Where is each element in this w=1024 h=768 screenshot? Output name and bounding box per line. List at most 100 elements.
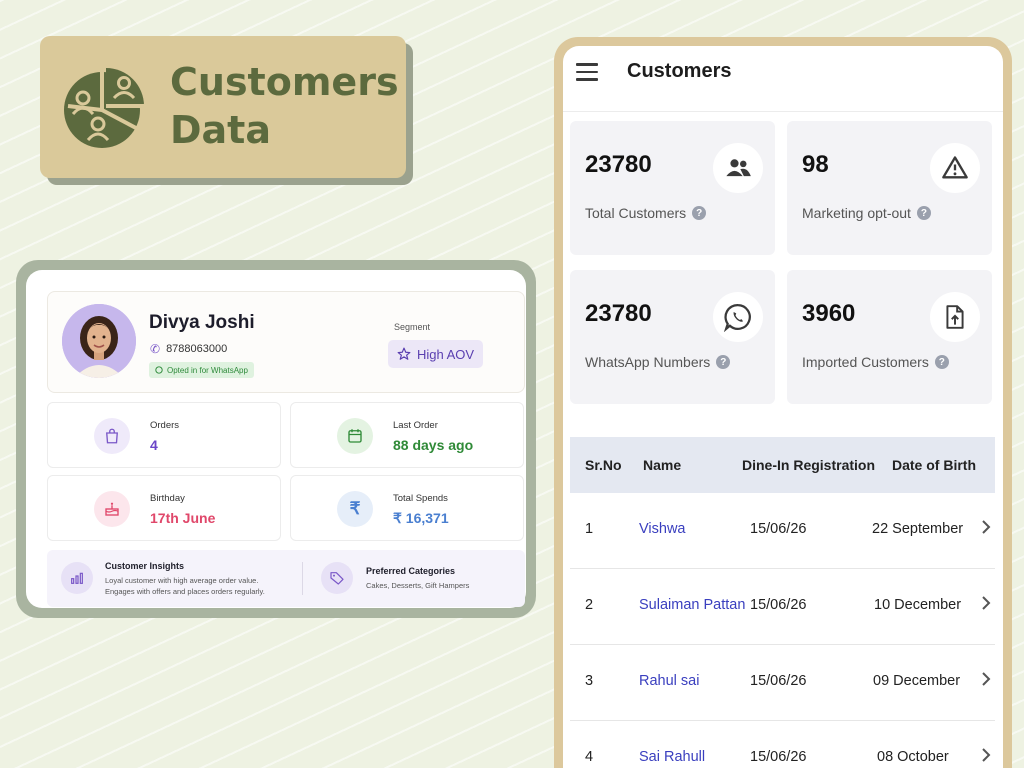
row-name[interactable]: Rahul sai [639,673,699,689]
metric-label: Marketing opt-out ? [802,205,931,221]
row-name[interactable]: Sulaiman Pattan [639,597,745,613]
birthday-value: 17th June [150,510,216,526]
metric-value: 23780 [585,151,652,178]
customers-app-frame: Customers 23780 Total Customers ? 98 Mar… [554,37,1012,768]
chevron-right-icon[interactable] [979,517,993,537]
table-row[interactable]: 3 Rahul sai 15/06/26 09 December [570,645,995,721]
rupee-icon: ₹ [337,491,373,527]
table-row[interactable]: 2 Sulaiman Pattan 15/06/26 10 December [570,569,995,645]
col-dinein-registration: Dine-In Registration [742,457,876,473]
whatsapp-optin-label: Opted in for WhatsApp [167,365,248,375]
metric-label: Total Customers ? [585,205,707,221]
metric-label: WhatsApp Numbers ? [585,354,731,370]
preferred-value: Cakes, Desserts, Gift Hampers [366,581,470,590]
row-srno: 1 [585,521,594,537]
badge-title-line2: Data [170,108,271,152]
row-srno: 3 [585,673,594,689]
row-srno: 2 [585,597,594,613]
avatar-illustration [62,304,136,378]
file-upload-icon [930,292,980,342]
row-registration: 15/06/26 [750,749,807,765]
row-dob: 09 December [873,673,961,689]
metric-label: Imported Customers ? [802,354,949,370]
insights-divider [302,562,303,595]
help-icon[interactable]: ? [916,206,931,220]
last-order-stat: Last Order 88 days ago [290,402,524,468]
help-icon[interactable]: ? [934,355,949,369]
customers-pie-icon [64,68,144,148]
hamburger-menu-icon[interactable] [576,63,598,81]
whatsapp-icon [713,292,763,342]
warning-icon [930,143,980,193]
star-icon [397,347,411,360]
customer-phone: ✆ 8788063000 [150,342,227,356]
orders-stat: Orders 4 [47,402,281,468]
cake-icon [94,491,130,527]
chevron-right-icon[interactable] [979,669,993,689]
row-registration: 15/06/26 [750,521,807,537]
app-bar: Customers [563,46,1003,112]
profile-header: Divya Joshi ✆ 8788063000 Opted in for Wh… [47,291,525,393]
row-srno: 4 [585,749,594,765]
row-registration: 15/06/26 [750,673,807,689]
calendar-icon [337,418,373,454]
chevron-right-icon[interactable] [979,593,993,613]
shopping-bag-icon [94,418,130,454]
chevron-right-icon[interactable] [979,745,993,765]
col-srno: Sr.No [585,457,622,473]
insights-panel: Customer Insights Loyal customer with hi… [47,550,525,607]
orders-value: 4 [150,437,158,453]
customers-app-screen: Customers 23780 Total Customers ? 98 Mar… [563,46,1003,768]
badge-title-line1: Customers [170,60,399,104]
segment-badge: High AOV [388,340,484,368]
col-name: Name [643,457,682,473]
segment-value: High AOV [417,346,475,362]
tag-icon [321,562,353,594]
metric-label-text: Total Customers [585,205,687,221]
metric-label-text: WhatsApp Numbers [585,354,711,370]
help-icon[interactable]: ? [716,355,731,369]
birthday-label: Birthday [150,493,185,504]
row-registration: 15/06/26 [750,597,807,613]
row-name[interactable]: Vishwa [639,521,685,537]
metric-value: 98 [802,151,829,178]
customer-phone-number: 8788063000 [166,343,228,355]
customer-profile-card: Divya Joshi ✆ 8788063000 Opted in for Wh… [26,270,526,608]
row-dob: 10 December [874,597,962,613]
total-spends-label: Total Spends [393,493,448,504]
metric-value: 3960 [802,300,856,327]
metric-total-customers[interactable]: 23780 Total Customers ? [570,121,775,255]
phone-icon: ✆ [150,342,161,356]
insights-line2: Engages with offers and places orders re… [105,587,265,596]
row-name[interactable]: Sai Rahull [639,749,705,765]
insights-title: Customer Insights [105,561,185,571]
total-spends-stat: ₹ Total Spends ₹ 16,371 [290,475,524,541]
metric-marketing-optout[interactable]: 98 Marketing opt-out ? [787,121,992,255]
metric-imported-customers[interactable]: 3960 Imported Customers ? [787,270,992,404]
total-spends-value: ₹ 16,371 [393,510,449,526]
page-title: Customers [627,60,732,82]
help-icon[interactable]: ? [692,206,707,220]
customer-profile-frame: Divya Joshi ✆ 8788063000 Opted in for Wh… [16,260,536,618]
metric-value: 23780 [585,300,652,327]
metric-whatsapp-numbers[interactable]: 23780 WhatsApp Numbers ? [570,270,775,404]
last-order-value: 88 days ago [393,437,474,453]
users-icon [713,143,763,193]
metric-label-text: Marketing opt-out [802,205,911,221]
birthday-stat: Birthday 17th June [47,475,281,541]
whatsapp-small-icon [155,366,163,374]
preferred-title: Preferred Categories [366,566,456,576]
bar-chart-icon [61,562,93,594]
avatar [62,304,136,378]
orders-label: Orders [150,420,180,431]
last-order-label: Last Order [393,420,438,431]
row-dob: 22 September [872,521,964,537]
customer-name: Divya Joshi [149,312,255,333]
badge-title: Customers Data [170,58,399,154]
segment-label: Segment [394,322,431,332]
table-row[interactable]: 4 Sai Rahull 15/06/26 08 October [570,721,995,768]
title-badge: Customers Data [40,36,406,178]
col-date-of-birth: Date of Birth [892,457,976,473]
table-row[interactable]: 1 Vishwa 15/06/26 22 September [570,493,995,569]
row-dob: 08 October [877,749,949,765]
